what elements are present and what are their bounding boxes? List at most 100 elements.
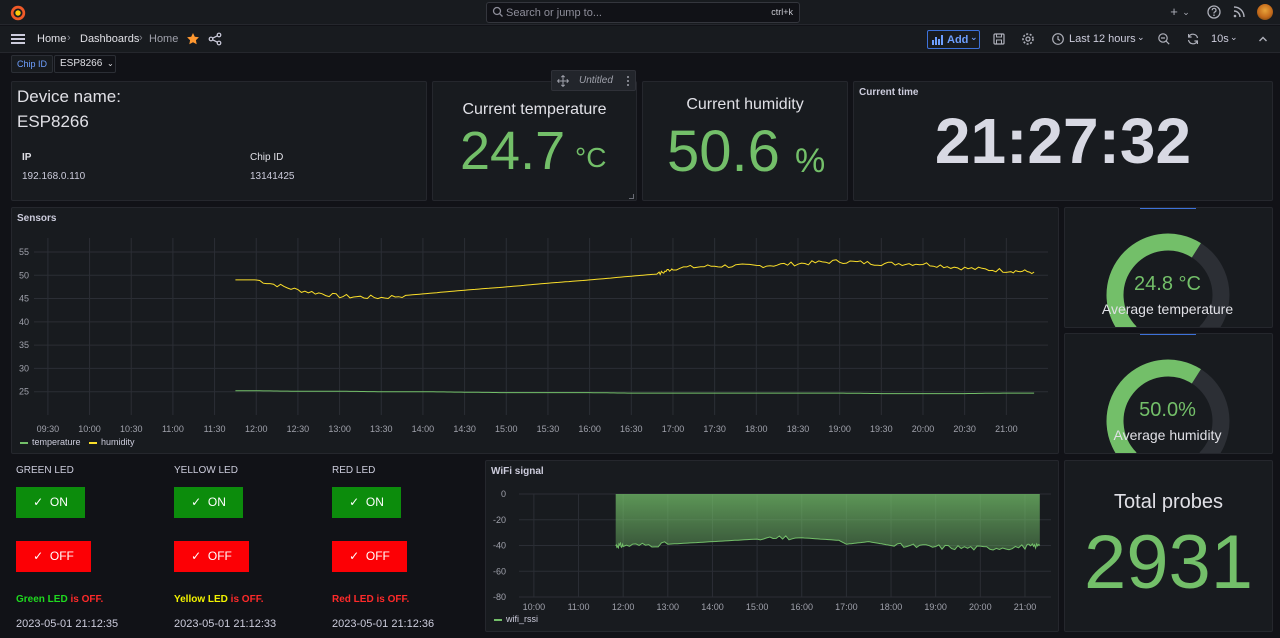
wifi-chart[interactable]: 0 -20 -40 -60 -80 10:00 11:00 12:00 13:00 14:00 15… bbox=[486, 461, 1058, 631]
variable-select[interactable]: ESP8266 ⌄ bbox=[54, 55, 116, 73]
save-icon[interactable] bbox=[992, 32, 1006, 46]
led-name: Red LED bbox=[332, 594, 374, 605]
zoom-out-icon[interactable] bbox=[1157, 32, 1171, 46]
add-button-label: Add bbox=[947, 34, 969, 46]
search-placeholder: Search or jump to... bbox=[506, 7, 602, 19]
button-label: ON bbox=[49, 495, 68, 509]
ip-header: IP bbox=[22, 152, 32, 163]
y-tick-label: 50 bbox=[19, 270, 29, 280]
x-tick-label: 09:30 bbox=[37, 424, 60, 434]
time-range-picker[interactable]: Last 12 hours bbox=[1069, 33, 1136, 45]
star-icon[interactable] bbox=[186, 32, 200, 46]
time-range-chevron-down-icon[interactable]: ⌄ bbox=[1137, 32, 1145, 43]
settings-gear-icon[interactable] bbox=[1021, 32, 1035, 46]
y-tick-label: -40 bbox=[493, 541, 506, 551]
help-icon[interactable] bbox=[1206, 4, 1222, 20]
y-tick-label: -20 bbox=[493, 515, 506, 525]
refresh-interval-picker[interactable]: 10s bbox=[1211, 33, 1229, 45]
probes-value: 2931 bbox=[1083, 520, 1254, 605]
device-name: ESP8266 bbox=[17, 112, 89, 131]
green-led-off-button[interactable]: ✓ OFF bbox=[16, 541, 91, 572]
more-menu-icon[interactable] bbox=[626, 75, 630, 87]
x-tick-label: 10:00 bbox=[78, 424, 101, 434]
news-rss-icon[interactable] bbox=[1231, 4, 1247, 20]
y-tick-label: 55 bbox=[19, 247, 29, 257]
legend-humidity[interactable]: humidity bbox=[89, 437, 135, 447]
x-tick-label: 20:30 bbox=[953, 424, 976, 434]
x-tick-label: 14:00 bbox=[701, 602, 724, 612]
current-time-panel: Current time 21:27:32 bbox=[853, 81, 1273, 201]
legend-temperature[interactable]: temperature bbox=[20, 437, 81, 447]
search-input[interactable]: Search or jump to... ctrl+k bbox=[486, 2, 800, 23]
breadcrumb-separator-icon: › bbox=[139, 32, 143, 44]
red-led-off-button[interactable]: ✓ OFF bbox=[332, 541, 407, 572]
yellow-led-off-button[interactable]: ✓ OFF bbox=[174, 541, 249, 572]
panel-hover-header[interactable]: Untitled bbox=[551, 70, 636, 91]
nav-bar: Home › Dashboards › Home Add ⌄ Last 12 h… bbox=[0, 26, 1280, 53]
green-led-status: Green LED is OFF. bbox=[16, 594, 103, 605]
led-name: Yellow LED bbox=[174, 594, 228, 605]
x-tick-label: 18:00 bbox=[880, 602, 903, 612]
drag-move-icon[interactable] bbox=[557, 75, 569, 87]
avg-temperature-label: Average temperature bbox=[1101, 301, 1234, 317]
x-tick-label: 13:30 bbox=[370, 424, 393, 434]
variable-label: Chip ID bbox=[11, 55, 54, 73]
refresh-icon[interactable] bbox=[1186, 32, 1200, 46]
x-tick-label: 21:00 bbox=[1014, 602, 1037, 612]
x-tick-label: 16:00 bbox=[578, 424, 601, 434]
avg-humidity-label: Average humidity bbox=[1113, 427, 1222, 443]
breadcrumb-current: Home bbox=[149, 33, 179, 45]
resize-handle-icon[interactable] bbox=[629, 194, 634, 199]
button-label: ON bbox=[365, 495, 384, 509]
legend-label: humidity bbox=[101, 437, 135, 447]
add-button[interactable]: Add ⌄ bbox=[927, 30, 980, 49]
red-led-on-button[interactable]: ✓ ON bbox=[332, 487, 401, 518]
y-tick-label: 25 bbox=[19, 387, 29, 397]
x-tick-label: 16:30 bbox=[620, 424, 643, 434]
led-state: is OFF. bbox=[227, 594, 264, 605]
legend-wifi-rssi[interactable]: wifi_rssi bbox=[494, 614, 538, 624]
sensors-chart[interactable]: 55 50 45 40 35 30 25 09:30 10:00 10:30 11:00 11:30 1… bbox=[12, 208, 1058, 453]
top-bar: Search or jump to... ctrl+k + ⌄ bbox=[0, 0, 1280, 25]
check-icon: ✓ bbox=[191, 549, 202, 563]
plus-chevron-down-icon[interactable]: ⌄ bbox=[1178, 4, 1194, 20]
keyboard-shortcut-hint: ctrl+k bbox=[771, 7, 793, 17]
humidity-unit: % bbox=[795, 142, 826, 180]
breadcrumb-home[interactable]: Home bbox=[37, 33, 66, 45]
chevron-up-icon[interactable] bbox=[1256, 32, 1270, 46]
search-icon bbox=[492, 6, 503, 17]
device-heading: Device name: bbox=[17, 87, 121, 106]
chip-id-value: 13141425 bbox=[250, 171, 295, 182]
check-icon: ✓ bbox=[33, 495, 44, 509]
y-tick-label: 40 bbox=[19, 317, 29, 327]
check-icon: ✓ bbox=[349, 549, 360, 563]
legend-label: temperature bbox=[32, 437, 81, 447]
panel-title-untitled: Untitled bbox=[579, 75, 613, 86]
refresh-interval-chevron-down-icon[interactable]: ⌄ bbox=[1230, 32, 1238, 43]
probes-title: Total probes bbox=[1114, 491, 1223, 513]
chip-id-header: Chip ID bbox=[250, 152, 284, 163]
average-humidity-panel: 50.0% Average humidity bbox=[1064, 333, 1273, 454]
share-icon[interactable] bbox=[208, 32, 222, 46]
clock-icon[interactable] bbox=[1051, 32, 1065, 46]
x-tick-label: 18:30 bbox=[787, 424, 810, 434]
user-avatar[interactable] bbox=[1257, 4, 1273, 20]
breadcrumb-separator-icon: › bbox=[67, 32, 71, 44]
green-led-on-button[interactable]: ✓ ON bbox=[16, 487, 85, 518]
yellow-led-on-button[interactable]: ✓ ON bbox=[174, 487, 243, 518]
add-panel-icon bbox=[932, 35, 943, 45]
menu-hamburger-icon[interactable] bbox=[11, 34, 25, 44]
wifi-signal-panel: WiFi signal 0 -20 -40 -60 -80 10:00 11:00 12:00… bbox=[485, 460, 1059, 632]
chevron-down-icon: ⌄ bbox=[107, 59, 114, 68]
check-icon: ✓ bbox=[349, 495, 360, 509]
grafana-logo-icon[interactable] bbox=[9, 4, 27, 22]
yellow-led-timestamp: 2023-05-01 21:12:33 bbox=[174, 618, 277, 630]
green-led-title: GREEN LED bbox=[16, 465, 74, 476]
breadcrumb-dashboards[interactable]: Dashboards bbox=[80, 33, 139, 45]
x-tick-label: 16:00 bbox=[790, 602, 813, 612]
avg-humidity-value: 50.0% bbox=[1139, 399, 1196, 421]
yellow-led-status: Yellow LED is OFF. bbox=[174, 594, 263, 605]
button-label: OFF bbox=[207, 549, 232, 563]
x-tick-label: 17:30 bbox=[703, 424, 726, 434]
x-tick-label: 20:00 bbox=[969, 602, 992, 612]
